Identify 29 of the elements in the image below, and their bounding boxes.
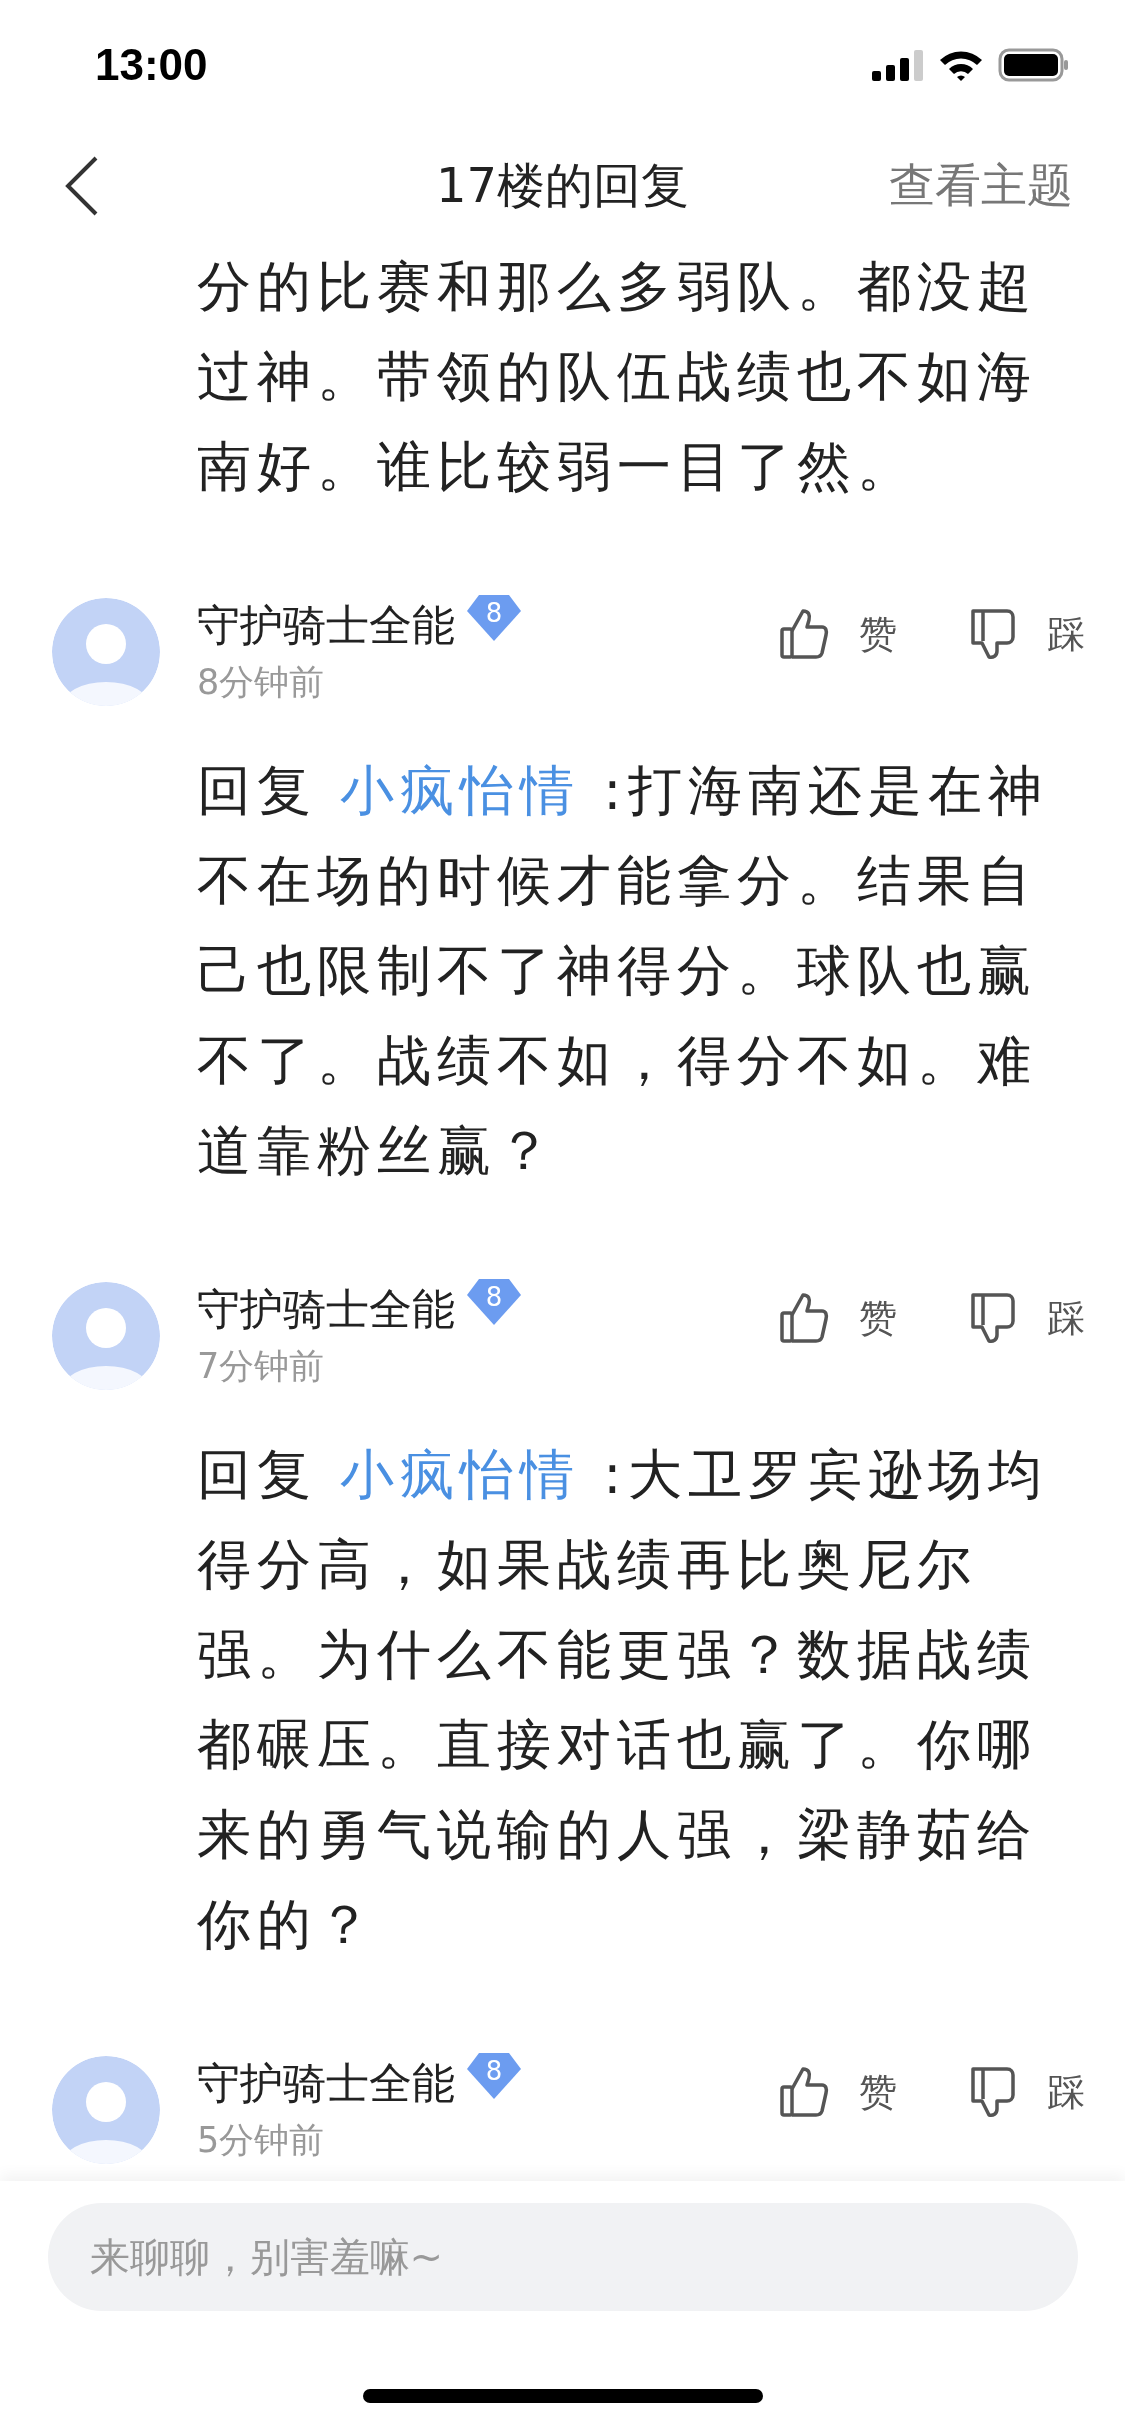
avatar[interactable]	[52, 2055, 160, 2164]
post-time: 7分钟前	[197, 1345, 326, 1388]
avatar[interactable]	[52, 1281, 160, 1390]
dislike-button[interactable]: 踩	[967, 1291, 1085, 1345]
username[interactable]: 守护骑士全能	[197, 597, 455, 655]
thumbs-up-icon	[779, 2065, 829, 2119]
thumbs-up-icon	[779, 607, 829, 661]
post-time: 8分钟前	[197, 661, 326, 704]
like-button[interactable]: 赞	[779, 1291, 897, 1345]
dislike-button[interactable]: 踩	[967, 607, 1085, 661]
like-button[interactable]: 赞	[779, 2065, 897, 2119]
like-button[interactable]: 赞	[779, 607, 897, 661]
comment-text: 回复 小疯怡情 :打海南还是在神不在场的时候才能拿分。结果自己也限制不了神得分。球队也赢不了。战绩不如，得分不如。难道靠粉丝赢？	[197, 758, 1049, 1184]
battery-icon	[998, 48, 1070, 82]
status-time: 13:00	[95, 40, 208, 90]
dislike-button[interactable]: 踩	[967, 2065, 1085, 2119]
signal-icon	[872, 49, 924, 81]
home-indicator[interactable]	[362, 2389, 763, 2403]
avatar[interactable]	[52, 597, 160, 706]
username[interactable]: 守护骑士全能	[197, 2055, 455, 2113]
view-topic-link[interactable]: 查看主题	[889, 155, 1073, 217]
post-time: 5分钟前	[197, 2119, 326, 2162]
comment-text: 回复 小疯怡情 :大卫罗宾逊场均得分高，如果战绩再比奥尼尔强。为什么不能更强？数据战绩都碾压。直接对话也赢了。你哪来的勇气说输的人强，梁静茹给你的？	[197, 1442, 1049, 1958]
wifi-icon	[938, 48, 984, 82]
thumbs-up-icon	[779, 1291, 829, 1345]
page-title: 17楼的回复	[435, 157, 690, 213]
post-text: 分的比赛和那么多弱队。都没超过神。带领的队伍战绩也不如海南好。谁比较弱一目了然。	[197, 254, 1038, 500]
comment-input[interactable]: 来聊聊，别害羞嘛~	[47, 2203, 1078, 2311]
username[interactable]: 守护骑士全能	[197, 1281, 455, 1339]
